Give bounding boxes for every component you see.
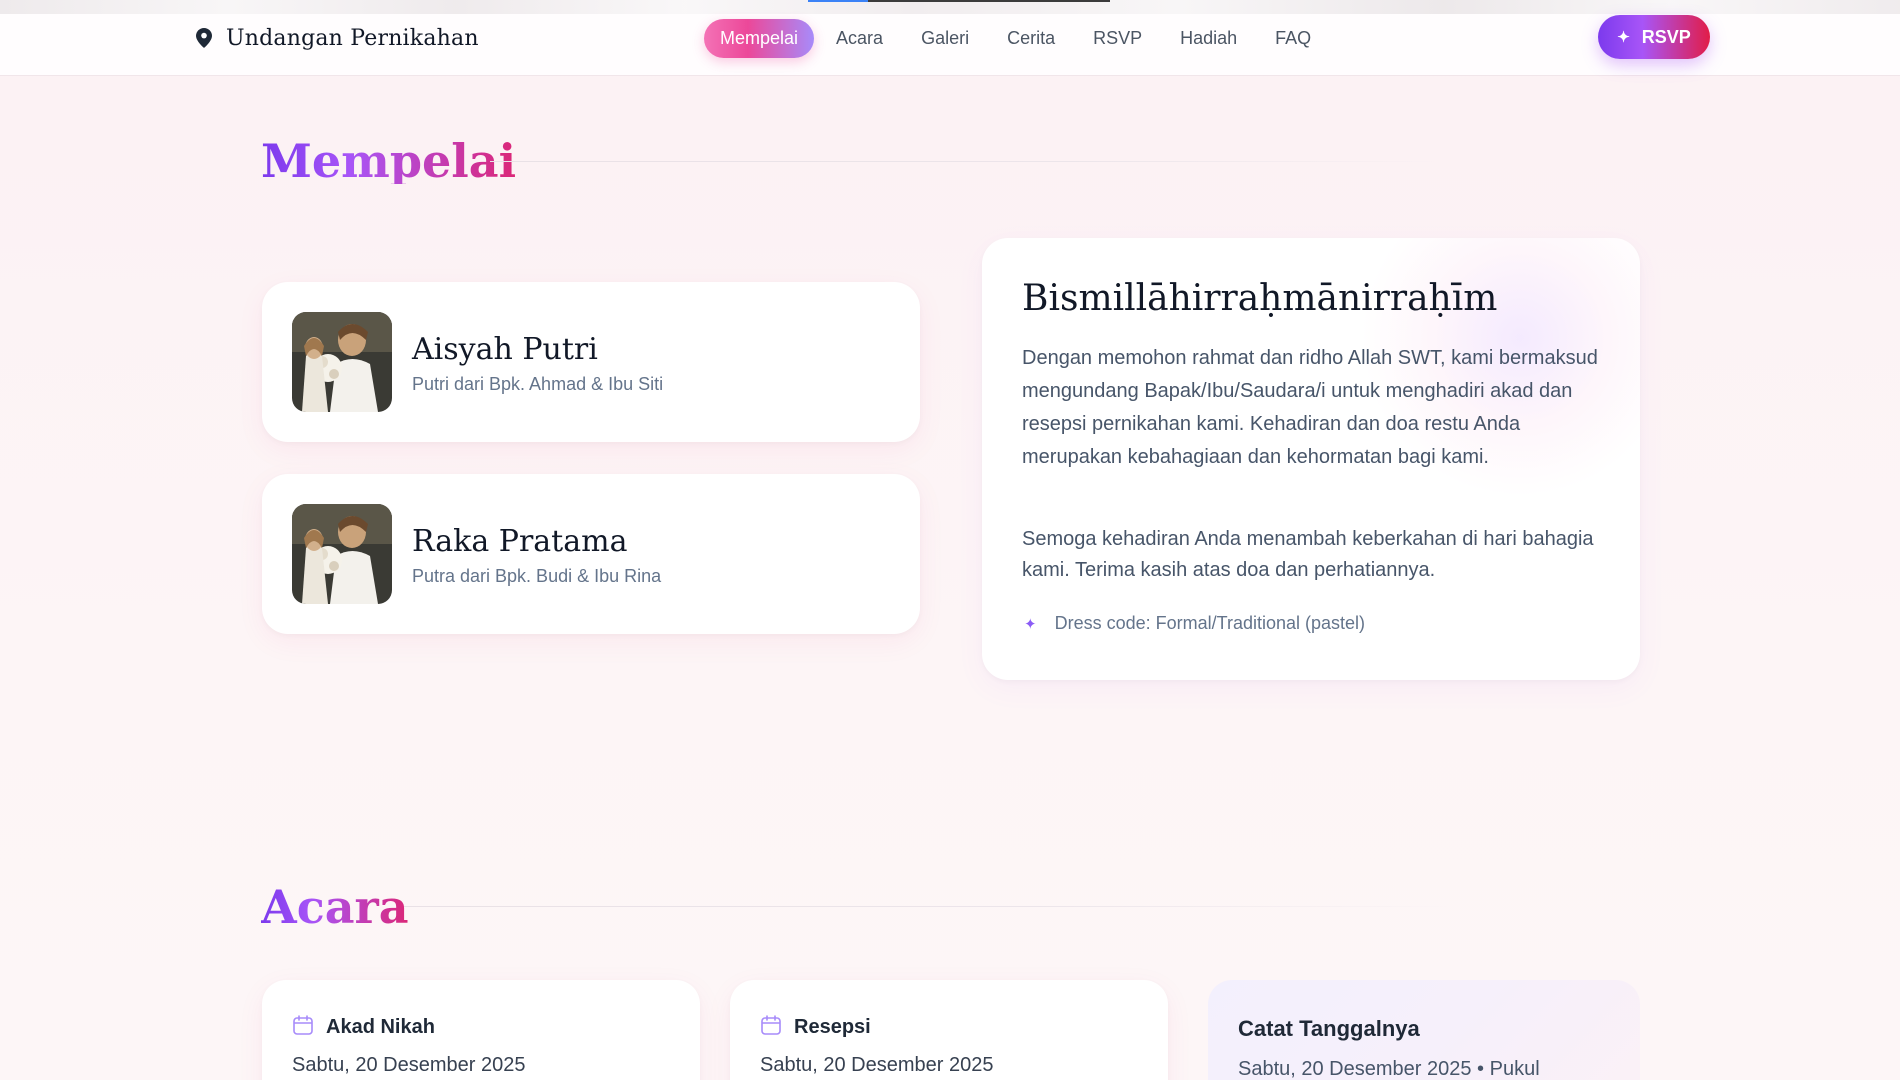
- invitation-paragraph-2: Semoga kehadiran Anda menambah keberkaha…: [1022, 528, 1594, 581]
- dress-code-text: Dress code: Formal/Traditional (pastel): [1054, 613, 1366, 633]
- section-title-acara: Acara: [261, 880, 409, 934]
- nav-item-mempelai[interactable]: Mempelai: [704, 18, 815, 58]
- invitation-heading: Bismillāhirraḥmānirraḥīm: [1022, 278, 1498, 319]
- save-the-date-title: Catat Tanggalnya: [1238, 1016, 1420, 1041]
- scroll-progress-fill: [808, 0, 869, 2]
- event-card-akad: Akad Nikah Sabtu, 20 Desember 2025: [262, 980, 700, 1080]
- invitation-paragraph-1: Dengan memohon rahmat dan ridho Allah SW…: [1022, 347, 1598, 468]
- event-date: Sabtu, 20 Desember 2025: [292, 1054, 526, 1076]
- top-navbar: Undangan Pernikahan Mempelai Acara Galer…: [0, 0, 1900, 76]
- bride-photo: [292, 312, 392, 412]
- nav-links: Mempelai Acara Galeri Cerita RSVP Hadiah…: [704, 18, 1327, 58]
- groom-name: Raka Pratama: [412, 524, 628, 559]
- section-divider: [490, 161, 1450, 162]
- section-title-mempelai: Mempelai: [261, 134, 517, 188]
- rsvp-button[interactable]: ✦ RSVP: [1598, 15, 1710, 59]
- bride-card: Aisyah Putri Putri dari Bpk. Ahmad & Ibu…: [262, 282, 920, 442]
- nav-item-acara[interactable]: Acara: [820, 19, 899, 58]
- groom-parents: Putra dari Bpk. Budi & Ibu Rina: [412, 566, 662, 586]
- scroll-progress-bar: [808, 0, 1110, 2]
- event-card-resepsi: Resepsi Sabtu, 20 Desember 2025: [730, 980, 1168, 1080]
- nav-item-rsvp[interactable]: RSVP: [1077, 19, 1158, 58]
- save-the-date-card: Catat Tanggalnya Sabtu, 20 Desember 2025…: [1208, 980, 1640, 1080]
- save-the-date-text: Sabtu, 20 Desember 2025 • Pukul: [1238, 1058, 1540, 1080]
- brand-link[interactable]: Undangan Pernikahan: [196, 22, 479, 54]
- bride-name: Aisyah Putri: [412, 332, 598, 367]
- dress-code-note: ✦ Dress code: Formal/Traditional (pastel…: [1024, 613, 1365, 634]
- invitation-card: Bismillāhirraḥmānirraḥīm Dengan memohon …: [982, 238, 1640, 680]
- hero-image-edge: [0, 0, 1900, 14]
- sparkle-icon: ✦: [1617, 29, 1630, 46]
- section-divider: [404, 906, 1450, 907]
- nav-item-cerita[interactable]: Cerita: [991, 19, 1071, 58]
- rsvp-button-label: RSVP: [1641, 26, 1691, 47]
- event-header: Resepsi: [760, 1014, 871, 1040]
- sparkle-icon: ✦: [1024, 615, 1037, 633]
- map-pin-icon: [196, 28, 212, 48]
- brand-title: Undangan Pernikahan: [226, 25, 479, 51]
- calendar-icon: [292, 1014, 314, 1040]
- event-date: Sabtu, 20 Desember 2025: [760, 1054, 994, 1076]
- calendar-icon: [760, 1014, 782, 1040]
- groom-card: Raka Pratama Putra dari Bpk. Budi & Ibu …: [262, 474, 920, 634]
- nav-item-galeri[interactable]: Galeri: [905, 19, 985, 58]
- event-title: Resepsi: [794, 1015, 871, 1038]
- event-header: Akad Nikah: [292, 1014, 435, 1040]
- nav-item-faq[interactable]: FAQ: [1259, 19, 1327, 58]
- nav-item-hadiah[interactable]: Hadiah: [1164, 19, 1253, 58]
- event-title: Akad Nikah: [326, 1015, 435, 1038]
- groom-photo: [292, 504, 392, 604]
- bride-parents: Putri dari Bpk. Ahmad & Ibu Siti: [412, 374, 664, 394]
